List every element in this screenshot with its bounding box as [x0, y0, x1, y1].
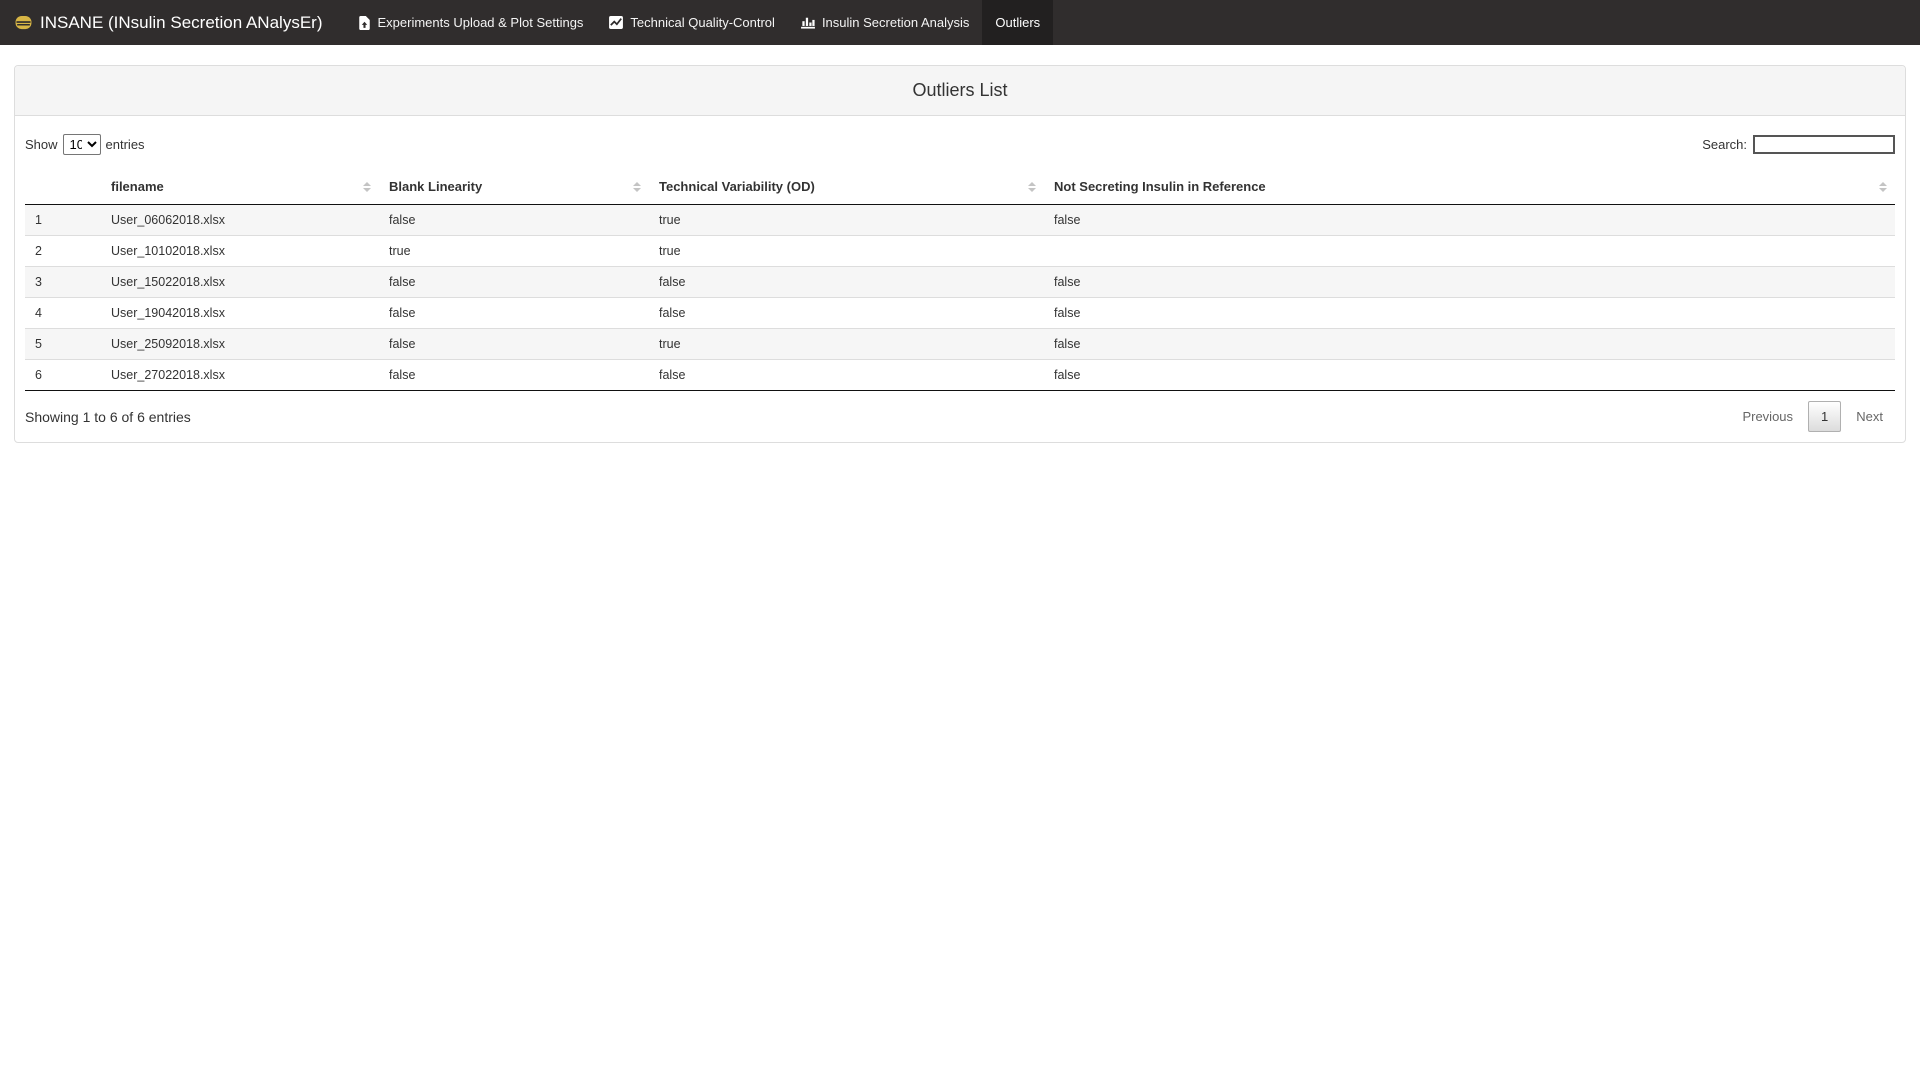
table-row[interactable]: 5User_25092018.xlsxfalsetruefalse	[25, 329, 1895, 360]
brand-icon	[15, 15, 32, 30]
chart-line-icon	[609, 16, 623, 29]
show-label: Show	[25, 137, 58, 152]
blank-linearity-cell: false	[379, 298, 649, 329]
tab-label: Experiments Upload & Plot Settings	[377, 15, 583, 30]
column-header-not-secreting-insulin-in-reference[interactable]: Not Secreting Insulin in Reference	[1044, 169, 1895, 205]
next-page-button[interactable]: Next	[1844, 402, 1895, 431]
row-index-cell: 6	[25, 360, 101, 391]
filename-cell: User_15022018.xlsx	[101, 267, 379, 298]
technical-variability-cell: false	[649, 360, 1044, 391]
sort-icon	[633, 182, 641, 192]
page-length-select[interactable]: 10	[63, 134, 101, 155]
blank-linearity-cell: false	[379, 329, 649, 360]
filename-cell: User_06062018.xlsx	[101, 205, 379, 236]
technical-variability-cell: false	[649, 298, 1044, 329]
not-secreting-cell: false	[1044, 360, 1895, 391]
tab-technical-quality-control[interactable]: Technical Quality-Control	[596, 0, 788, 45]
table-row[interactable]: 4User_19042018.xlsxfalsefalsefalse	[25, 298, 1895, 329]
filename-cell: User_27022018.xlsx	[101, 360, 379, 391]
sort-icon	[1028, 182, 1036, 192]
blank-linearity-cell: true	[379, 236, 649, 267]
page-title: Outliers List	[912, 80, 1007, 100]
technical-variability-cell: true	[649, 329, 1044, 360]
entries-label: entries	[106, 137, 145, 152]
column-header-filename[interactable]: filename	[101, 169, 379, 205]
column-label: Technical Variability (OD)	[659, 179, 815, 194]
row-index-cell: 4	[25, 298, 101, 329]
search-input[interactable]	[1753, 135, 1895, 154]
table-row[interactable]: 2User_10102018.xlsxtruetrue	[25, 236, 1895, 267]
main-content: Outliers List Show 10 entries Search: fi…	[0, 65, 1920, 443]
not-secreting-cell: false	[1044, 329, 1895, 360]
filename-cell: User_25092018.xlsx	[101, 329, 379, 360]
tab-label: Insulin Secretion Analysis	[822, 15, 969, 30]
column-header-row-index	[25, 169, 101, 205]
not-secreting-cell	[1044, 236, 1895, 267]
technical-variability-cell: true	[649, 205, 1044, 236]
column-label: Blank Linearity	[389, 179, 482, 194]
filename-cell: User_10102018.xlsx	[101, 236, 379, 267]
column-label: Not Secreting Insulin in Reference	[1054, 179, 1266, 194]
panel-body: Show 10 entries Search: filename Blank Li…	[15, 116, 1905, 442]
page-1-button[interactable]: 1	[1808, 401, 1841, 432]
app-brand[interactable]: INSANE (INsulin Secretion ANalysEr)	[15, 0, 322, 45]
technical-variability-cell: false	[649, 267, 1044, 298]
outliers-panel: Outliers List Show 10 entries Search: fi…	[14, 65, 1906, 443]
blank-linearity-cell: false	[379, 360, 649, 391]
search-label: Search:	[1702, 137, 1747, 152]
table-header-row: filename Blank Linearity Technical Variabi…	[25, 169, 1895, 205]
tab-outliers[interactable]: Outliers	[982, 0, 1053, 45]
table-info: Showing 1 to 6 of 6 entries	[25, 409, 191, 425]
table-row[interactable]: 1User_06062018.xlsxfalsetruefalse	[25, 205, 1895, 236]
table-row[interactable]: 6User_27022018.xlsxfalsefalsefalse	[25, 360, 1895, 391]
file-upload-icon	[359, 16, 370, 30]
navbar: INSANE (INsulin Secretion ANalysEr) Expe…	[0, 0, 1920, 45]
table-row[interactable]: 3User_15022018.xlsxfalsefalsefalse	[25, 267, 1895, 298]
tab-experiments-upload-plot-settings[interactable]: Experiments Upload & Plot Settings	[346, 0, 596, 45]
panel-heading: Outliers List	[15, 66, 1905, 116]
not-secreting-cell: false	[1044, 267, 1895, 298]
pagination: Previous 1 Next	[1727, 401, 1895, 432]
row-index-cell: 1	[25, 205, 101, 236]
column-header-blank-linearity[interactable]: Blank Linearity	[379, 169, 649, 205]
tab-label: Technical Quality-Control	[630, 15, 775, 30]
chart-bar-icon	[801, 16, 815, 29]
blank-linearity-cell: false	[379, 205, 649, 236]
outliers-table: filename Blank Linearity Technical Variabi…	[25, 169, 1895, 391]
technical-variability-cell: true	[649, 236, 1044, 267]
column-header-technical-variability-od[interactable]: Technical Variability (OD)	[649, 169, 1044, 205]
row-index-cell: 5	[25, 329, 101, 360]
row-index-cell: 3	[25, 267, 101, 298]
sort-icon	[363, 182, 371, 192]
app-title: INSANE (INsulin Secretion ANalysEr)	[40, 13, 322, 33]
not-secreting-cell: false	[1044, 205, 1895, 236]
tab-insulin-secretion-analysis[interactable]: Insulin Secretion Analysis	[788, 0, 982, 45]
datatable-controls: Show 10 entries Search:	[25, 134, 1895, 155]
page-length-control: Show 10 entries	[25, 134, 145, 155]
not-secreting-cell: false	[1044, 298, 1895, 329]
navbar-tabs: Experiments Upload & Plot Settings Techni…	[346, 0, 1053, 45]
column-label: filename	[111, 179, 164, 194]
blank-linearity-cell: false	[379, 267, 649, 298]
datatable-footer: Showing 1 to 6 of 6 entries Previous 1 N…	[25, 401, 1895, 432]
tab-label: Outliers	[995, 15, 1040, 30]
search-control: Search:	[1702, 135, 1895, 154]
sort-icon	[1879, 182, 1887, 192]
filename-cell: User_19042018.xlsx	[101, 298, 379, 329]
previous-page-button[interactable]: Previous	[1730, 402, 1805, 431]
row-index-cell: 2	[25, 236, 101, 267]
